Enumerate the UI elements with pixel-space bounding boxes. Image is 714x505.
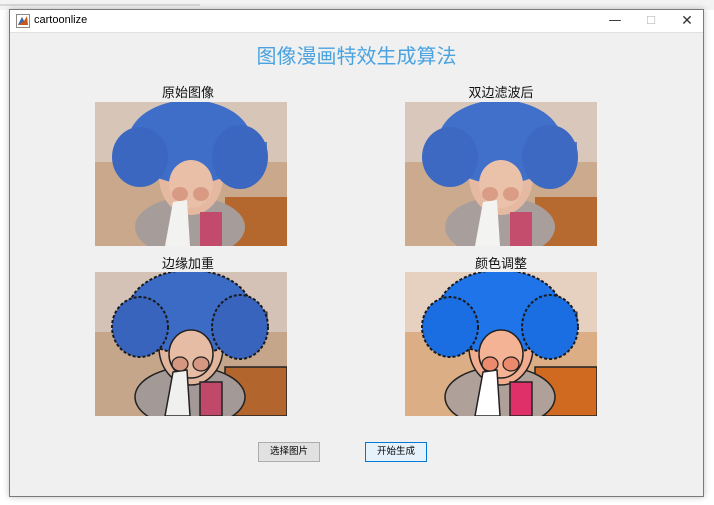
image-panel-edges (95, 272, 287, 416)
image-panel-bilateral (405, 102, 597, 246)
panel-label-bilateral: 双边滤波后 (468, 86, 534, 101)
app-window: cartoonlize — ☐ ✕ 图像漫画特效生成算法 原始图像 双边滤波后 (9, 9, 704, 497)
panel-label-edges: 边缘加重 (161, 257, 214, 272)
start-generate-button[interactable]: 开始生成 (365, 442, 427, 462)
background-app-line (0, 4, 200, 6)
select-image-button[interactable]: 选择图片 (258, 442, 320, 462)
window-title: cartoonlize (34, 14, 88, 26)
image-panel-original (95, 102, 287, 246)
panel-label-color: 颜色调整 (474, 257, 527, 272)
close-button[interactable]: ✕ (669, 10, 705, 32)
matlab-icon (16, 14, 30, 28)
page-title: 图像漫画特效生成算法 (256, 44, 457, 68)
panel-label-original: 原始图像 (161, 86, 214, 101)
minimize-button[interactable]: — (597, 10, 633, 32)
maximize-button[interactable]: ☐ (633, 10, 669, 32)
image-panel-color (405, 272, 597, 416)
title-bar[interactable]: cartoonlize — ☐ ✕ (10, 10, 703, 33)
